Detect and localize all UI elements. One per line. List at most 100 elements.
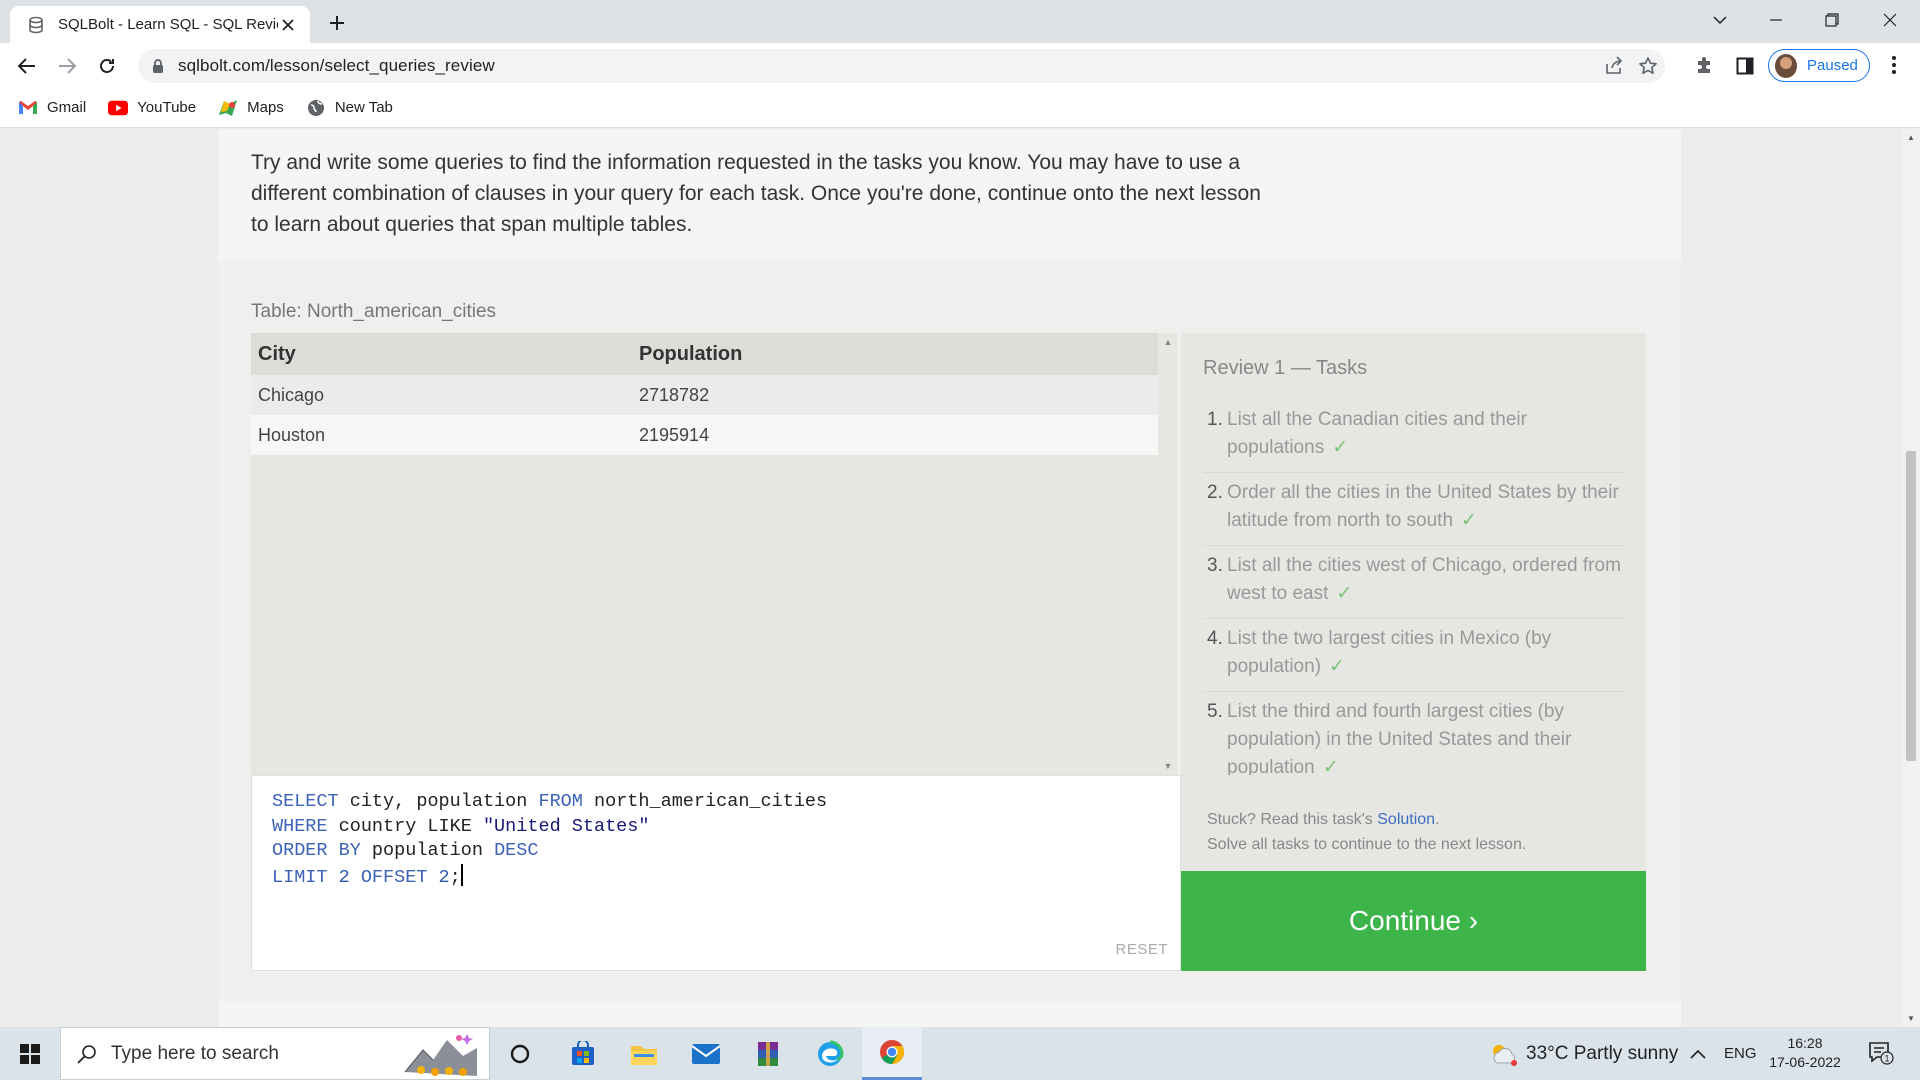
task-number: 4. [1207,628,1223,649]
back-button[interactable] [12,51,42,81]
extensions-icon[interactable] [1694,55,1716,77]
scroll-up-icon[interactable]: ▲ [1907,133,1915,142]
bookmark-youtube[interactable]: YouTube [108,99,196,117]
scroll-down-arrow-icon[interactable]: ▼ [1163,761,1173,771]
reload-button[interactable] [92,51,122,81]
weather-widget[interactable]: 33°C Partly sunny [1488,1027,1678,1080]
language-indicator[interactable]: ENG [1724,1027,1757,1080]
clock-date: 17-06-2022 [1769,1054,1841,1070]
side-panel-icon[interactable] [1734,55,1756,77]
task-text: List the third and fourth largest cities… [1227,701,1572,778]
close-window-button[interactable] [1862,0,1918,40]
database-icon [26,15,46,35]
page-viewport: Try and write some queries to find the i… [0,129,1902,1027]
clock-time: 16:28 [1787,1035,1823,1051]
keyword: LIMIT [272,866,328,888]
windows-icon [20,1043,40,1064]
results-table: City Population Chicago 2718782 Houston … [251,333,1158,455]
code-text: north_american_cities [582,791,828,812]
help-text: Stuck? Read this task's Solution. Solve … [1181,775,1646,871]
gmail-icon [18,99,38,117]
reset-button[interactable]: RESET [1115,941,1168,958]
stuck-text-end: . [1435,811,1440,828]
bookmarks-bar: Gmail YouTube Maps New Tab [0,88,1920,128]
scrollbar-thumb[interactable] [1906,451,1916,761]
task-number: 5. [1207,701,1223,722]
keyword: OFFSET [360,866,428,888]
new-tab-button[interactable] [324,10,350,36]
notification-count: 1 [1884,1054,1889,1064]
bookmark-label: YouTube [137,99,197,116]
close-tab-icon[interactable] [278,15,298,35]
code-text: city, population [338,791,539,812]
share-icon[interactable] [1604,56,1624,76]
table-cell: 2195914 [632,415,1158,455]
string-literal: "United States" [482,815,650,837]
task-text: List all the cities west of Chicago, ord… [1227,555,1621,604]
scroll-up-arrow-icon[interactable]: ▲ [1163,337,1173,347]
profile-button[interactable]: Paused [1768,49,1870,82]
minimize-button[interactable] [1748,0,1804,40]
column-header-population: Population [632,333,1158,375]
browser-toolbar: sqlbolt.com/lesson/select_queries_review… [0,43,1920,88]
task-text-wrap: List the two largest cities in Mexico (b… [1227,625,1624,681]
url-text: sqlbolt.com/lesson/select_queries_review [178,56,495,75]
task-view-icon[interactable] [490,1027,550,1080]
task-text-wrap: Order all the cities in the United State… [1227,479,1624,535]
task-text-wrap: List all the Canadian cities and their p… [1227,406,1624,462]
task-number: 3. [1207,555,1223,576]
tab-search-icon[interactable] [1692,0,1748,40]
page-scrollbar[interactable]: ▲ ▼ [1902,129,1920,1027]
bookmark-new-tab[interactable]: New Tab [306,99,393,117]
forward-button[interactable] [52,51,82,81]
solve-all-text: Solve all tasks to continue to the next … [1207,836,1527,853]
table-header-row: City Population [251,333,1158,375]
task-text: List all the Canadian cities and their p… [1227,409,1527,458]
bookmark-maps[interactable]: Maps [218,99,284,117]
check-icon: ✓ [1461,510,1477,531]
menu-kebab-icon[interactable] [1882,53,1906,77]
restore-button[interactable] [1804,0,1860,40]
table-row: Chicago 2718782 [251,375,1158,415]
number-literal: 2 [427,866,450,888]
winrar-icon[interactable] [738,1027,798,1080]
scroll-down-icon[interactable]: ▼ [1907,1014,1915,1023]
system-clock[interactable]: 16:28 17-06-2022 [1766,1034,1844,1072]
show-hidden-icons-chevron-icon[interactable] [1690,1027,1706,1080]
table-row: Houston 2195914 [251,415,1158,455]
address-bar[interactable]: sqlbolt.com/lesson/select_queries_review [138,49,1665,83]
bookmark-gmail[interactable]: Gmail [18,99,86,117]
check-icon: ✓ [1329,656,1345,677]
tasks-title: Review 1 — Tasks [1203,357,1368,379]
task-item: 4. List the two largest cities in Mexico… [1203,619,1624,692]
table-cell: 2718782 [632,375,1158,415]
microsoft-store-icon[interactable] [553,1027,613,1080]
notification-center-icon[interactable]: 1 [1868,1041,1894,1065]
task-number: 2. [1207,482,1223,503]
keyword: ORDER BY [272,840,361,861]
number-literal: 2 [327,866,361,888]
taskbar-search-box[interactable]: Type here to search [60,1027,490,1080]
avatar [1775,53,1797,78]
keyword: DESC [494,840,539,861]
chrome-icon[interactable] [862,1027,922,1080]
edge-icon[interactable] [800,1027,860,1080]
file-explorer-icon[interactable] [614,1027,674,1080]
task-text: Order all the cities in the United State… [1227,482,1619,531]
search-highlight-icon [401,1032,481,1076]
query-code: SELECT city, population FROM north_ameri… [272,790,827,890]
start-button[interactable] [0,1027,60,1080]
stuck-line: Stuck? Read this task's Solution. [1207,807,1620,832]
bookmark-star-icon[interactable] [1638,56,1658,76]
task-item: 3. List all the cities west of Chicago, … [1203,546,1624,619]
sql-query-editor[interactable]: SELECT city, population FROM north_ameri… [251,775,1181,971]
mail-icon[interactable] [676,1027,736,1080]
text-cursor [460,863,463,886]
browser-tab[interactable]: SQLBolt - Learn SQL - SQL Review [10,6,310,43]
continue-button[interactable]: Continue › [1181,871,1646,971]
solution-link[interactable]: Solution [1377,811,1435,828]
weather-text: 33°C Partly sunny [1526,1042,1679,1064]
globe-icon [306,99,326,117]
task-number: 1. [1207,409,1223,430]
code-text: population [360,840,495,861]
